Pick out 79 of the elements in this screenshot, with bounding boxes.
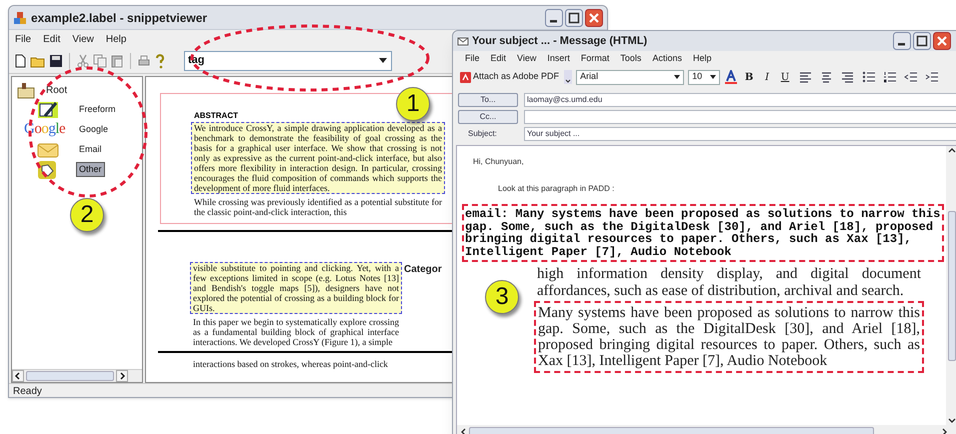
font-size-dropdown[interactable]: 10 xyxy=(688,70,720,84)
to-button[interactable]: To... xyxy=(458,93,518,107)
greeting-text: Hi, Chunyuan, xyxy=(472,156,525,168)
save-icon[interactable] xyxy=(49,54,63,68)
paragraph: interactions based on strokes, whereas point-and-click xyxy=(192,359,389,369)
numbered-list-icon[interactable] xyxy=(883,71,898,83)
increase-indent-icon[interactable] xyxy=(925,71,940,83)
scroll-up-button[interactable] xyxy=(946,146,956,154)
menu-item[interactable]: View xyxy=(72,32,94,46)
print-icon[interactable] xyxy=(137,54,151,68)
paragraph: While crossing was previously identified as a potential substitute for the classic point-and-click interaction, this xyxy=(193,197,443,217)
paste-icon[interactable] xyxy=(110,54,124,68)
help-icon[interactable] xyxy=(154,52,166,68)
quoted-paragraph: Many systems have been proposed as solutions to narrow this gap. Some, such as the DigitalDesk [30], and Ariel [18], proposed bringing digital resources to paper. Others, such as Xax [13], Intelligent Paper [7], Audio Notebook xyxy=(534,301,924,373)
subject-label: Subject: xyxy=(467,128,498,140)
app-icon xyxy=(13,10,27,24)
cut-icon[interactable] xyxy=(76,54,90,68)
highlighted-paragraph: We introduce CrossY, a simple drawing application developed as a benchmark to demonstrate the feasibility of goal crossing as the basis for a graphical user interface. We show that crossing is not only as expressive as the current point-and-click interface, but also offers more flexibility in interaction design. In particular, crossing encourages the fluid composition of commands which supports the development of more fluid interfaces. xyxy=(191,122,445,194)
menu-item[interactable]: Help xyxy=(692,52,712,66)
tree-item[interactable]: Freeform xyxy=(76,102,119,118)
menu-item[interactable]: Actions xyxy=(652,52,682,66)
to-field[interactable]: laomay@cs.umd.edu xyxy=(524,93,956,107)
dropdown-arrow-icon xyxy=(674,75,680,79)
align-right-icon[interactable] xyxy=(841,71,856,83)
menu-item[interactable]: View xyxy=(517,52,536,66)
menu-item[interactable]: File xyxy=(465,52,480,66)
document-text: high information density display, and digital document affordances, such as ease of distribution, archival and search. xyxy=(536,266,922,299)
message-icon xyxy=(457,35,469,47)
close-button[interactable] xyxy=(933,32,951,50)
tree-item[interactable]: Other xyxy=(76,162,105,178)
decrease-indent-icon[interactable] xyxy=(904,71,918,83)
bullet-list-icon[interactable] xyxy=(862,71,876,83)
pdf-icon xyxy=(460,72,471,82)
scrollbar-thumb[interactable] xyxy=(26,371,114,381)
scroll-left-button[interactable] xyxy=(12,370,24,382)
pen-icon xyxy=(36,100,60,120)
scroll-right-button[interactable] xyxy=(116,370,128,382)
tree-item[interactable]: Root xyxy=(46,82,68,98)
scrollbar-thumb[interactable] xyxy=(948,210,956,360)
font-color-icon[interactable] xyxy=(724,70,738,84)
new-file-icon[interactable] xyxy=(13,54,27,68)
menu-item[interactable]: Format xyxy=(580,52,610,66)
cc-field[interactable] xyxy=(524,110,956,124)
root-folder-icon xyxy=(16,81,36,99)
window-title: example2.label - snippetviewer xyxy=(31,10,208,26)
font-dropdown[interactable]: Arial xyxy=(576,70,684,84)
intro-text: Look at this paragraph in PADD : xyxy=(497,183,616,195)
menu-item[interactable]: Tools xyxy=(620,52,642,66)
attach-pdf-button[interactable]: Attach as Adobe PDF xyxy=(459,69,560,85)
snippet-text: email: Many systems have been proposed as solutions to narrow this gap. Some, such as the DigitalDesk [30], and Ariel [18], proposed bringing digital resources to paper. Others, such as Xax [13], Intelligent Paper [7], Audio Notebook xyxy=(462,204,944,262)
menu-item[interactable]: Insert xyxy=(547,52,570,66)
format-button[interactable]: I xyxy=(760,70,774,84)
toolbar-options-icon[interactable] xyxy=(564,70,572,84)
menu-item[interactable]: Help xyxy=(106,32,126,46)
align-left-icon[interactable] xyxy=(799,71,814,83)
tree-item[interactable]: Google xyxy=(76,122,112,138)
paragraph: In this paper we begin to systematically explore crossing as a fundamental building block of graphical interface interactions. We developed CrossY (Figure 1), a simple xyxy=(192,317,400,347)
section-heading: Categor xyxy=(404,263,442,277)
menu-item[interactable]: File xyxy=(15,32,32,46)
close-button[interactable] xyxy=(585,8,603,26)
tree-item[interactable]: Email xyxy=(76,142,105,158)
format-button[interactable]: B xyxy=(742,70,756,84)
scrollbar-thumb[interactable] xyxy=(469,427,874,434)
maximize-button[interactable] xyxy=(565,8,583,26)
scroll-down-button[interactable] xyxy=(946,417,956,425)
menu-item[interactable]: Edit xyxy=(490,52,506,66)
tag-combobox[interactable]: tag xyxy=(184,50,392,70)
section-heading: ABSTRACT xyxy=(193,110,239,122)
window-title: Your subject ... - Message (HTML) xyxy=(472,34,648,49)
cc-button[interactable]: Cc... xyxy=(458,110,518,124)
highlighted-paragraph: visible substitute to pointing and clicking. Yet, with a few exceptions limited in scope (e.g. Lotus Notes [13] and Bendish's toggle maps [5]), designers have not explored the potential of crossing as a building block for GUIs. xyxy=(190,262,402,314)
minimize-button[interactable] xyxy=(893,32,911,50)
minimize-button[interactable] xyxy=(545,8,563,26)
dropdown-arrow-icon xyxy=(379,58,387,63)
format-button[interactable]: U xyxy=(778,70,792,84)
maximize-button[interactable] xyxy=(913,32,931,50)
menu-item[interactable]: Edit xyxy=(43,32,60,46)
dropdown-arrow-icon xyxy=(710,75,716,79)
subject-field[interactable]: Your subject ... xyxy=(524,127,956,141)
